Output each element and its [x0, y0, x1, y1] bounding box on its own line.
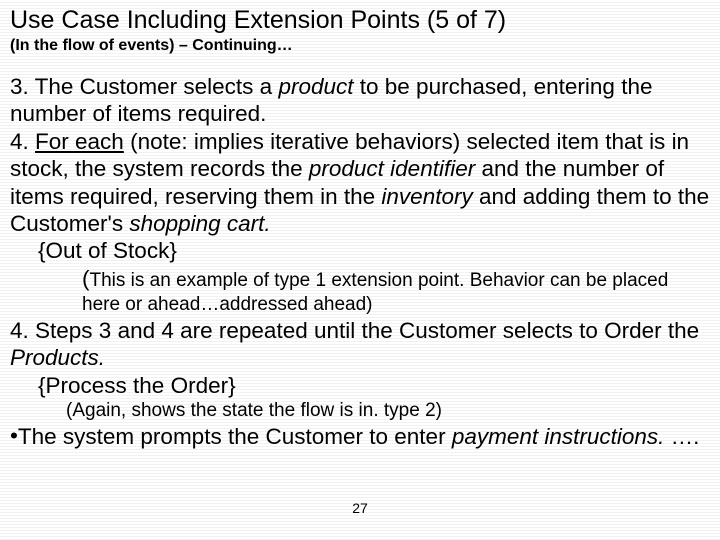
note-text: This is an example of type 1 extension p…: [82, 270, 668, 315]
step-4: 4. For each (note: implies iterative beh…: [10, 128, 710, 238]
step-4-repeat: 4. Steps 3 and 4 are repeated until the …: [10, 317, 710, 372]
underline-foreach: For each: [35, 129, 124, 154]
extension-out-of-stock: {Out of Stock}: [10, 237, 710, 264]
italic-shopping-cart: shopping cart.: [129, 211, 270, 236]
slide-subtitle: (In the flow of events) – Continuing…: [10, 37, 710, 55]
text: The system prompts the Customer to enter: [18, 424, 452, 449]
note-type1: (This is an example of type 1 extension …: [10, 265, 710, 317]
bullet-dot-icon: •: [10, 422, 18, 449]
page-number: 27: [0, 500, 720, 516]
extension-process-order: {Process the Order}: [10, 372, 710, 399]
slide-title: Use Case Including Extension Points (5 o…: [10, 6, 710, 35]
text: 4.: [10, 129, 35, 154]
italic-inventory: inventory: [381, 184, 472, 209]
italic-product-identifier: product identifier: [309, 156, 475, 181]
note-type2: (Again, shows the state the flow is in. …: [10, 399, 710, 423]
italic-product: product: [278, 74, 353, 99]
text: 4. Steps 3 and 4 are repeated until the …: [10, 318, 699, 343]
paren-open: (: [82, 266, 90, 291]
slide-body: 3. The Customer selects a product to be …: [10, 73, 710, 452]
italic-payment-instructions: payment instructions.: [452, 424, 665, 449]
step-3: 3. The Customer selects a product to be …: [10, 73, 710, 128]
bullet-payment: •The system prompts the Customer to ente…: [10, 423, 710, 452]
italic-products: Products.: [10, 345, 105, 370]
text: 3. The Customer selects a: [10, 74, 278, 99]
slide: Use Case Including Extension Points (5 o…: [0, 0, 720, 540]
text: ….: [664, 424, 699, 449]
